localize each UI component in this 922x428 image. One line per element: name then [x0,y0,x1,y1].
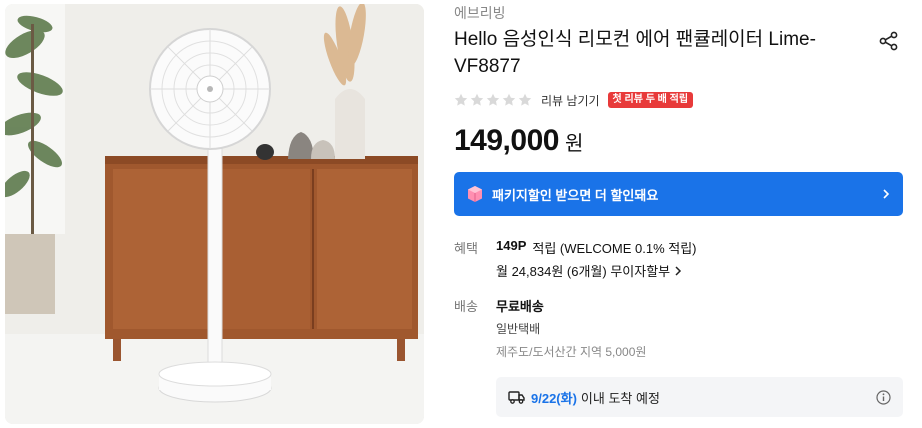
gift-box-icon [468,186,482,202]
points-value: 149P [496,238,527,253]
share-icon[interactable] [878,30,900,52]
shipping-method: 일반택배 [496,322,541,336]
star-icon [454,93,468,106]
star-icon [486,93,500,106]
package-discount-text: 패키지할인 받으면 더 할인돼요 [492,187,659,203]
shipping-label: 배송 [454,299,478,314]
product-image[interactable] [5,4,424,424]
brand-name[interactable]: 에브리빙 [454,3,506,23]
product-title: Hello 음성인식 리모컨 에어 팬큘레이터 Lime-VF8877 [454,29,816,77]
rating-row: 리뷰 남기기 첫 리뷰 두 배 적립 [454,91,694,109]
star-icon [502,93,516,106]
installment-text: 월 24,834원 (6개월) 무이자할부 [496,264,671,279]
arrival-estimate: 9/22(화) 이내 도착 예정 [496,377,903,417]
chevron-right-icon [883,189,890,199]
star-rating [454,93,532,107]
price-unit: 원 [564,133,584,155]
chevron-right-icon [675,265,682,276]
info-icon[interactable] [876,389,891,405]
price-amount: 149,000 [454,124,559,157]
arrival-text: 이내 도착 예정 [580,390,660,406]
star-icon [518,93,532,106]
package-discount-banner[interactable]: 패키지할인 받으면 더 할인돼요 [454,172,903,216]
truck-icon [508,391,525,404]
points-detail: 적립 (WELCOME 0.1% 적립) [532,241,697,256]
arrival-date: 9/22(화) [531,390,577,406]
shipping-fee: 무료배송 [496,299,544,314]
shipping-extra-fee: 제주도/도서산간 지역 5,000원 [496,345,647,359]
review-reward-badge: 첫 리뷰 두 배 적립 [607,92,694,108]
star-icon [470,93,484,106]
price: 149,000 원 [454,124,583,158]
installment-link[interactable]: 월 24,834원 (6개월) 무이자할부 [496,261,682,280]
point-benefit: 149P 적립 (WELCOME 0.1% 적립) [496,238,697,257]
benefit-label: 혜택 [454,241,478,256]
write-review-link[interactable]: 리뷰 남기기 [541,92,600,109]
